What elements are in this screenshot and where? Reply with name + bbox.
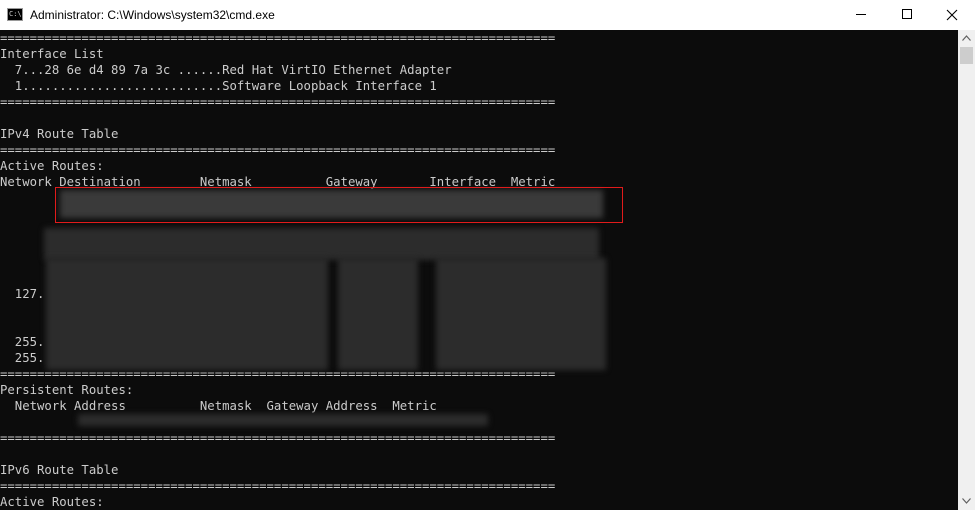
console-line: 127. (0, 287, 45, 301)
redacted-route-block (44, 228, 599, 260)
cmd-app-icon[interactable]: C:\ (7, 8, 23, 21)
console-line: ========================================… (0, 431, 556, 445)
console-line: 255. (0, 335, 45, 349)
console-line: Interface List (0, 47, 104, 61)
console-line: Active Routes: (0, 159, 104, 173)
console-line: ========================================… (0, 479, 556, 493)
console-line: Persistent Routes: (0, 383, 134, 397)
redacted-persistent-route (78, 414, 488, 426)
scroll-up-arrow-icon (962, 35, 971, 41)
console-line: Network Address Netmask Gateway Address … (0, 399, 437, 413)
maximize-button[interactable] (884, 0, 930, 30)
minimize-button[interactable] (838, 0, 884, 30)
redacted-interface-metric (436, 258, 606, 370)
close-button[interactable] (929, 0, 975, 30)
minimize-icon (856, 14, 866, 15)
console-line: ========================================… (0, 95, 556, 109)
console-line: 255. (0, 351, 45, 365)
title-bar[interactable]: C:\ Administrator: C:\Windows\system32\c… (0, 0, 975, 30)
scroll-thumb[interactable] (960, 47, 973, 64)
redacted-gateway-column (338, 258, 418, 370)
window-title: Administrator: C:\Windows\system32\cmd.e… (30, 8, 275, 22)
console-line: IPv6 Route Table (0, 463, 119, 477)
redacted-destination-netmask (46, 258, 328, 370)
maximize-icon (902, 9, 912, 19)
scroll-down-button[interactable] (958, 493, 975, 510)
highlight-box (55, 187, 623, 223)
vertical-scrollbar[interactable] (958, 30, 975, 510)
scroll-up-button[interactable] (958, 30, 975, 47)
console-line: ========================================… (0, 31, 556, 45)
console-line: ========================================… (0, 143, 556, 157)
console-line: Active Routes: (0, 495, 104, 509)
cmd-app-icon-text: C:\ (9, 10, 22, 18)
close-icon (946, 9, 958, 21)
console-output[interactable]: ========================================… (0, 30, 958, 510)
console-line: 7...28 6e d4 89 7a 3c ......Red Hat Virt… (0, 63, 452, 77)
scroll-down-arrow-icon (962, 498, 971, 504)
console-line: 1...........................Software Loo… (0, 79, 437, 93)
console-line: IPv4 Route Table (0, 127, 119, 141)
